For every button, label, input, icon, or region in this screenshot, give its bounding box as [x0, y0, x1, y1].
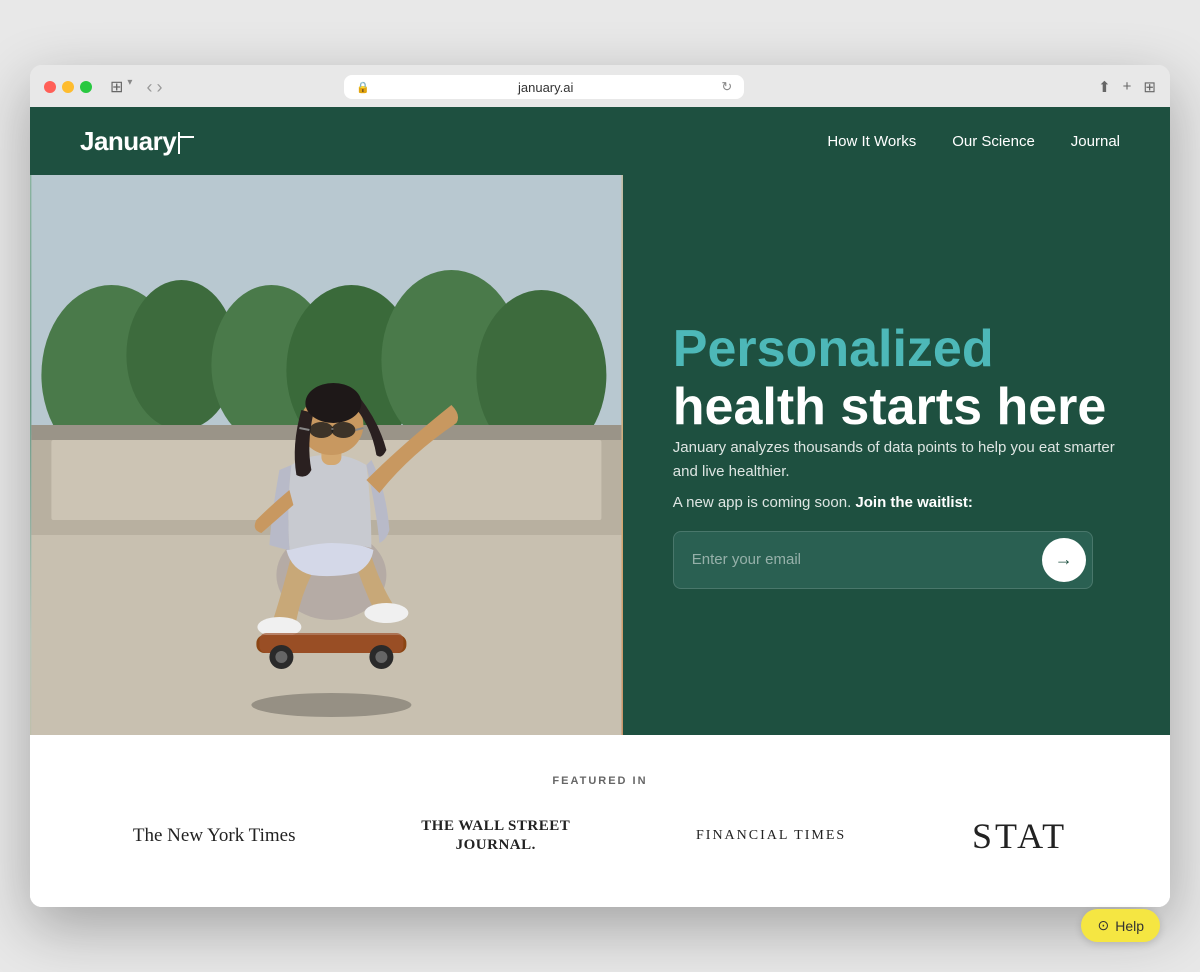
lock-icon: 🔒	[356, 81, 370, 94]
sidebar-toggle[interactable]: ⊞▾	[110, 77, 132, 97]
hero-title-white: health starts here	[673, 378, 1107, 436]
ft-logo: FINANCIAL TIMES	[696, 828, 846, 844]
back-button[interactable]: ‹	[146, 77, 152, 98]
help-button[interactable]: ⊙ Help	[1081, 909, 1160, 942]
help-label: Help	[1115, 918, 1144, 934]
waitlist-prefix: A new app is coming soon.	[673, 494, 856, 511]
url-bar[interactable]: 🔒 january.ai ↻	[344, 75, 744, 99]
hero-description: January analyzes thousands of data point…	[673, 436, 1120, 484]
share-icon[interactable]: ⬆	[1098, 78, 1111, 96]
nav-our-science[interactable]: Our Science	[952, 133, 1035, 150]
featured-section: FEATURED IN The New York Times THE WALL …	[30, 735, 1170, 907]
nav-how-it-works[interactable]: How It Works	[827, 133, 916, 150]
logo-text: January	[80, 126, 176, 157]
hero-illustration	[30, 175, 623, 735]
email-input[interactable]	[692, 543, 1042, 576]
main-nav: How It Works Our Science Journal	[827, 133, 1120, 150]
nav-arrows: ‹ ›	[146, 77, 162, 98]
nyt-logo: The New York Times	[133, 825, 296, 847]
new-tab-icon[interactable]: +	[1123, 78, 1132, 96]
grid-icon[interactable]: ⊞	[1143, 78, 1156, 96]
wsj-logo: THE WALL STREETJOURNAL.	[421, 817, 570, 856]
help-icon: ⊙	[1097, 917, 1109, 934]
browser-window: ⊞▾ ‹ › 🔒 january.ai ↻ ⬆ + ⊞ January How …	[30, 65, 1170, 907]
featured-label: FEATURED IN	[80, 775, 1120, 787]
hero-photo	[30, 175, 623, 735]
site-logo[interactable]: January	[80, 126, 194, 157]
forward-button[interactable]: ›	[156, 77, 162, 98]
maximize-button[interactable]	[80, 81, 92, 93]
logo-dash	[180, 136, 194, 138]
waitlist-cta: Join the waitlist:	[855, 494, 973, 511]
browser-chrome: ⊞▾ ‹ › 🔒 january.ai ↻ ⬆ + ⊞	[30, 65, 1170, 107]
refresh-button[interactable]: ↻	[721, 79, 732, 95]
hero-waitlist: A new app is coming soon. Join the waitl…	[673, 494, 1120, 511]
stat-logo: STAT	[972, 815, 1067, 857]
site-header: January How It Works Our Science Journal	[30, 107, 1170, 175]
site-wrapper: January How It Works Our Science Journal	[30, 107, 1170, 907]
browser-actions: ⬆ + ⊞	[1098, 78, 1156, 96]
press-logos: The New York Times THE WALL STREETJOURNA…	[80, 815, 1120, 857]
hero-content: Personalized health starts here January …	[623, 175, 1170, 735]
minimize-button[interactable]	[62, 81, 74, 93]
url-text: january.ai	[376, 80, 715, 95]
hero-section: Personalized health starts here January …	[30, 175, 1170, 735]
traffic-lights	[44, 81, 92, 93]
hero-image	[30, 175, 623, 735]
hero-title-colored: Personalized	[673, 320, 994, 378]
submit-button[interactable]: →	[1042, 538, 1086, 582]
nav-journal[interactable]: Journal	[1071, 133, 1120, 150]
email-form[interactable]: →	[673, 531, 1093, 589]
hero-title: Personalized health starts here	[673, 321, 1120, 435]
close-button[interactable]	[44, 81, 56, 93]
arrow-icon: →	[1055, 549, 1073, 570]
